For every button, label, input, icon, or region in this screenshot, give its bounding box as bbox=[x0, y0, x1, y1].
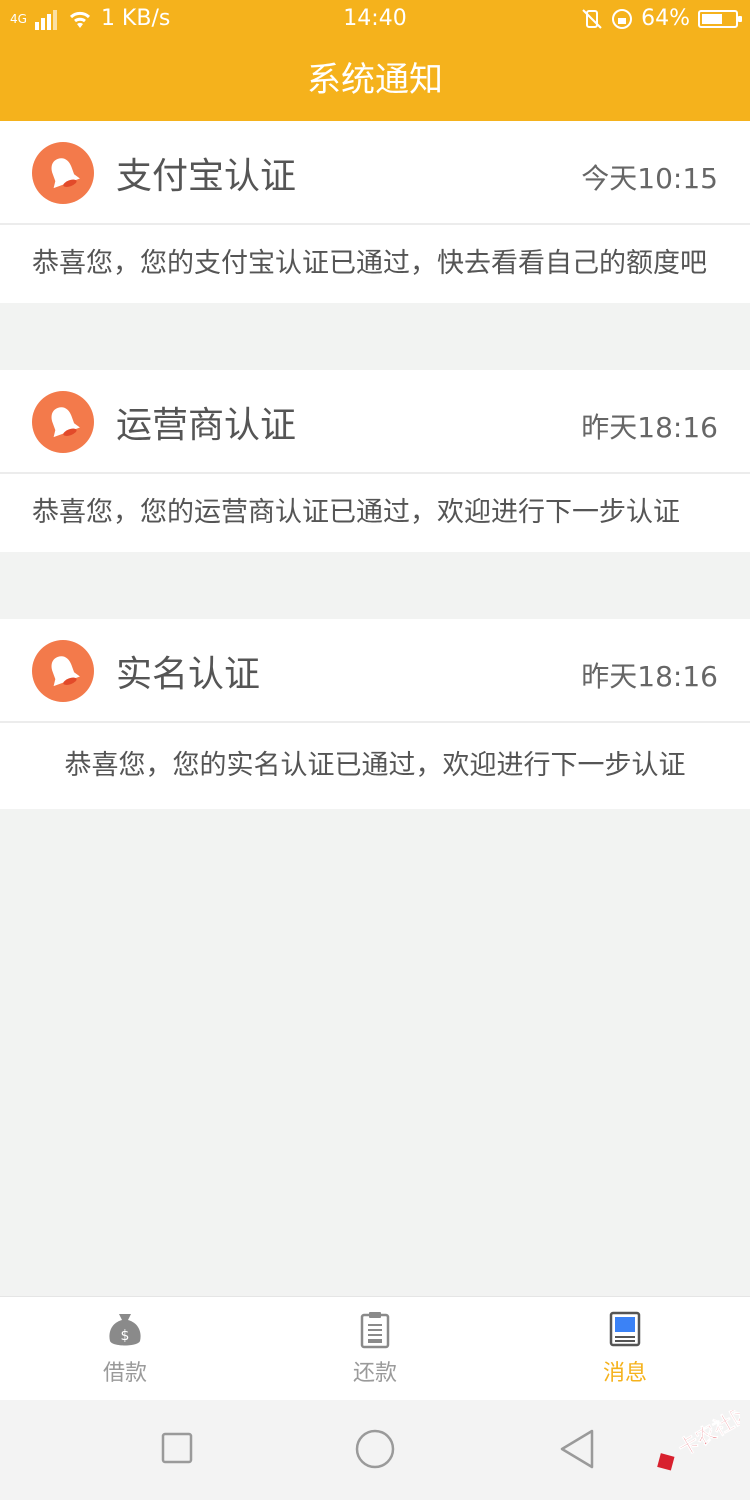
notification-card[interactable]: 实名认证 昨天18:16 恭喜您，您的实名认证已通过，欢迎进行下一步认证 bbox=[0, 619, 750, 809]
notification-title: 运营商认证 bbox=[116, 405, 297, 446]
money-bag-icon: $ bbox=[109, 1313, 141, 1345]
tab-repay[interactable]: 还款 bbox=[250, 1297, 500, 1400]
home-button[interactable] bbox=[354, 1428, 396, 1472]
notification-time: 今天10:15 bbox=[581, 162, 718, 195]
notification-card[interactable]: 支付宝认证 今天10:15 恭喜您，您的支付宝认证已通过，快去看看自己的额度吧 bbox=[0, 121, 750, 303]
alarm-lock-icon bbox=[612, 8, 633, 29]
notification-title: 支付宝认证 bbox=[116, 156, 297, 197]
notification-message: 恭喜您，您的运营商认证已通过，欢迎进行下一步认证 bbox=[32, 497, 680, 528]
battery-percent: 64% bbox=[641, 6, 690, 31]
battery-icon bbox=[698, 9, 742, 28]
tab-label: 还款 bbox=[352, 1360, 397, 1386]
watermark-text: 卡农社区 bbox=[674, 1410, 740, 1461]
svg-text:$: $ bbox=[121, 1328, 130, 1344]
notification-time: 昨天18:16 bbox=[581, 411, 718, 444]
bell-icon bbox=[32, 142, 94, 204]
tab-label: 消息 bbox=[602, 1360, 647, 1386]
recent-apps-button[interactable] bbox=[160, 1428, 194, 1472]
battery-fill bbox=[702, 13, 723, 24]
notification-header: 运营商认证 昨天18:16 bbox=[0, 370, 750, 474]
bell-icon bbox=[32, 640, 94, 702]
status-right: 64% bbox=[581, 6, 742, 31]
notification-message: 恭喜您，您的支付宝认证已通过，快去看看自己的额度吧 bbox=[32, 248, 707, 279]
watermark-logo: 卡农社区 bbox=[630, 1400, 750, 1480]
notification-header: 实名认证 昨天18:16 bbox=[0, 619, 750, 723]
tab-messages[interactable]: 消息 bbox=[500, 1297, 750, 1400]
page-title: 系统通知 bbox=[0, 40, 750, 121]
tab-borrow[interactable]: $ 借款 bbox=[0, 1297, 250, 1400]
vibrate-mute-icon bbox=[582, 8, 602, 29]
back-button[interactable] bbox=[558, 1428, 598, 1472]
bell-icon bbox=[32, 391, 94, 453]
notification-header: 支付宝认证 今天10:15 bbox=[0, 121, 750, 225]
notification-card[interactable]: 运营商认证 昨天18:16 恭喜您，您的运营商认证已通过，欢迎进行下一步认证 bbox=[0, 370, 750, 552]
status-bar: 4G 1 KB/s 14:40 64% bbox=[0, 0, 750, 40]
message-book-icon bbox=[609, 1311, 641, 1346]
notification-title: 实名认证 bbox=[116, 654, 261, 695]
tab-label: 借款 bbox=[102, 1360, 147, 1386]
notification-message: 恭喜您，您的实名认证已通过，欢迎进行下一步认证 bbox=[64, 750, 686, 781]
clipboard-icon bbox=[360, 1311, 390, 1348]
tab-bar: $ 借款 还款 消息 bbox=[0, 1296, 750, 1400]
notification-time: 昨天18:16 bbox=[581, 660, 718, 693]
